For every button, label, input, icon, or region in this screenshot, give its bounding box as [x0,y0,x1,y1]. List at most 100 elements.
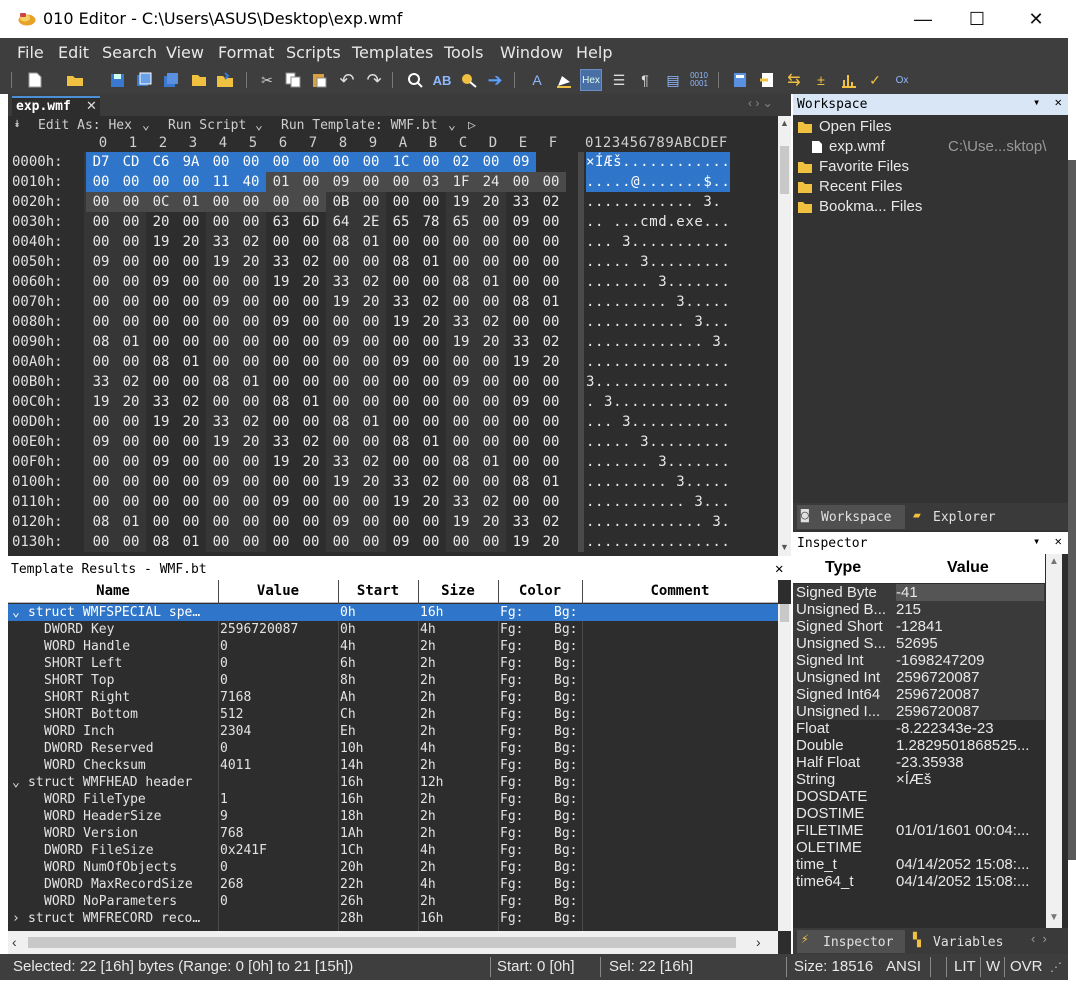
menu-tools[interactable]: Tools [444,43,483,62]
inspector-row[interactable]: Signed Int -1698247209 [793,652,1045,669]
hex-byte[interactable]: 09 [506,212,536,232]
hex-byte[interactable]: 00 [326,252,356,272]
hex-byte[interactable]: 00 [146,312,176,332]
hex-byte[interactable]: 00 [86,452,116,472]
hex-byte[interactable]: 00 [266,292,296,312]
hex-data-grid[interactable]: 0000h: D7 CD C6 9A 00 00 00 00 00 00 1C 00 02 00 09 ×ÍÆš… [8,152,778,552]
hex-byte[interactable]: 00 [116,252,146,272]
open-file-icon[interactable] [64,69,86,91]
binary-icon[interactable]: 0010 0001 [688,69,710,91]
hex-byte[interactable]: 08 [146,352,176,372]
hex-byte[interactable]: 08 [446,272,476,292]
compare-icon[interactable]: ⇆ [783,69,805,91]
hex-byte[interactable]: 00 [416,372,446,392]
hex-byte[interactable]: 00 [446,412,476,432]
hex-byte[interactable]: 00 [386,452,416,472]
inspector-value[interactable]: 52695 [896,635,1044,652]
template-field-row[interactable]: SHORT Left 0 6h 2h Fg: Bg: [8,655,778,672]
hex-byte[interactable]: 00 [506,492,536,512]
hex-byte[interactable]: 00 [476,152,506,172]
hex-row-ascii[interactable]: ............. 3. [586,332,730,352]
hex-byte[interactable]: 00 [116,312,146,332]
hex-byte[interactable]: 00 [146,372,176,392]
hex-byte[interactable]: 19 [266,452,296,472]
hex-byte[interactable]: 00 [266,512,296,532]
hex-byte[interactable]: D7 [86,152,116,172]
menu-search[interactable]: Search [102,43,157,62]
run-template-dropdown[interactable]: Run Template: WMF.bt [281,118,438,133]
hex-byte[interactable]: 00 [206,192,236,212]
hex-byte[interactable]: 20 [356,472,386,492]
hex-row[interactable]: 0110h: 00 00 00 00 00 00 09 00 00 00 19 20 33 02 00 00..… [8,492,778,512]
cut-icon[interactable]: ✂ [256,69,278,91]
hex-byte[interactable]: 08 [326,412,356,432]
hex-byte[interactable]: 00 [476,252,506,272]
hex-byte[interactable]: 63 [266,212,296,232]
hex-byte[interactable]: 00 [536,172,566,192]
hex-byte[interactable]: 6D [296,212,326,232]
new-file-icon[interactable] [24,69,46,91]
hex-byte[interactable]: 09 [86,432,116,452]
hex-byte[interactable]: 09 [386,532,416,552]
inspector-row[interactable]: FILETIME 01/01/1601 00:04:... [793,822,1045,839]
hex-byte[interactable]: 00 [536,412,566,432]
hex-byte[interactable]: 00 [146,472,176,492]
hex-byte[interactable]: 09 [86,252,116,272]
hex-byte[interactable]: 00 [176,272,206,292]
hex-byte[interactable]: 00 [536,312,566,332]
hex-byte[interactable]: 20 [236,252,266,272]
hex-row[interactable]: 00D0h: 00 00 19 20 33 02 00 00 08 01 00 00 00 00 00 00..… [8,412,778,432]
copy-icon[interactable] [282,69,304,91]
save-all-icon[interactable] [160,69,182,91]
hex-byte[interactable]: 02 [116,372,146,392]
hex-byte[interactable]: 00 [356,392,386,412]
hex-byte[interactable]: 00 [146,512,176,532]
hex-byte[interactable]: 00 [476,532,506,552]
hex-row-ascii[interactable]: ................ [586,352,730,372]
hex-byte[interactable]: 00 [236,212,266,232]
hex-byte[interactable]: 00 [356,492,386,512]
hex-byte[interactable]: 00 [206,452,236,472]
hex-byte[interactable]: 00 [386,332,416,352]
hex-byte[interactable]: 00 [446,292,476,312]
inspector-row[interactable]: Unsigned I... 2596720087 [793,703,1045,720]
hex-byte[interactable]: 00 [446,532,476,552]
workspace-item-label[interactable]: Favorite Files [819,158,909,175]
inspector-value[interactable]: 01/01/1601 00:04:... [896,822,1044,839]
run-script-dropdown[interactable]: Run Script [168,118,246,133]
hex-byte[interactable]: 09 [146,272,176,292]
inspector-row[interactable]: String ×ÍÆš [793,771,1045,788]
hex-byte[interactable]: 00 [116,432,146,452]
hex-byte[interactable]: 02 [176,392,206,412]
hex-byte[interactable]: 02 [416,292,446,312]
hex-byte[interactable]: 00 [266,232,296,252]
template-check-icon[interactable]: ✓ [864,69,886,91]
hex-byte[interactable]: 01 [536,472,566,492]
hex-byte[interactable]: 00 [506,232,536,252]
inspector-value[interactable]: -41 [896,584,1044,601]
hex-byte[interactable]: 11 [206,172,236,192]
hex-byte[interactable]: 33 [206,412,236,432]
hex-byte[interactable]: CD [116,152,146,172]
hex-byte[interactable]: 19 [386,312,416,332]
hex-byte[interactable]: 19 [146,412,176,432]
hex-byte[interactable]: 00 [296,512,326,532]
hex-byte[interactable]: 00 [536,272,566,292]
hex-mode-button[interactable]: Hex [580,69,602,91]
tab-scroll-arrows[interactable]: ‹ › ⌄ [748,96,773,110]
find-in-files-icon[interactable] [458,69,480,91]
hex-row-ascii[interactable]: ... 3........... [586,232,730,252]
hex-byte[interactable]: 00 [476,432,506,452]
tab-variables[interactable]: ▚ Variables [909,930,1025,953]
hex-byte[interactable]: 33 [446,312,476,332]
hex-byte[interactable]: 00 [266,352,296,372]
hex-byte[interactable]: 33 [86,372,116,392]
hex-byte[interactable]: 0C [146,192,176,212]
hex-byte[interactable]: 00 [356,432,386,452]
paste-icon[interactable] [308,69,330,91]
hex-byte[interactable]: 09 [326,172,356,192]
hex-row-ascii[interactable]: ....... 3....... [586,272,730,292]
hex-byte[interactable]: 00 [236,352,266,372]
hex-byte[interactable]: 00 [356,192,386,212]
inspector-value[interactable]: ×ÍÆš [896,771,1044,788]
